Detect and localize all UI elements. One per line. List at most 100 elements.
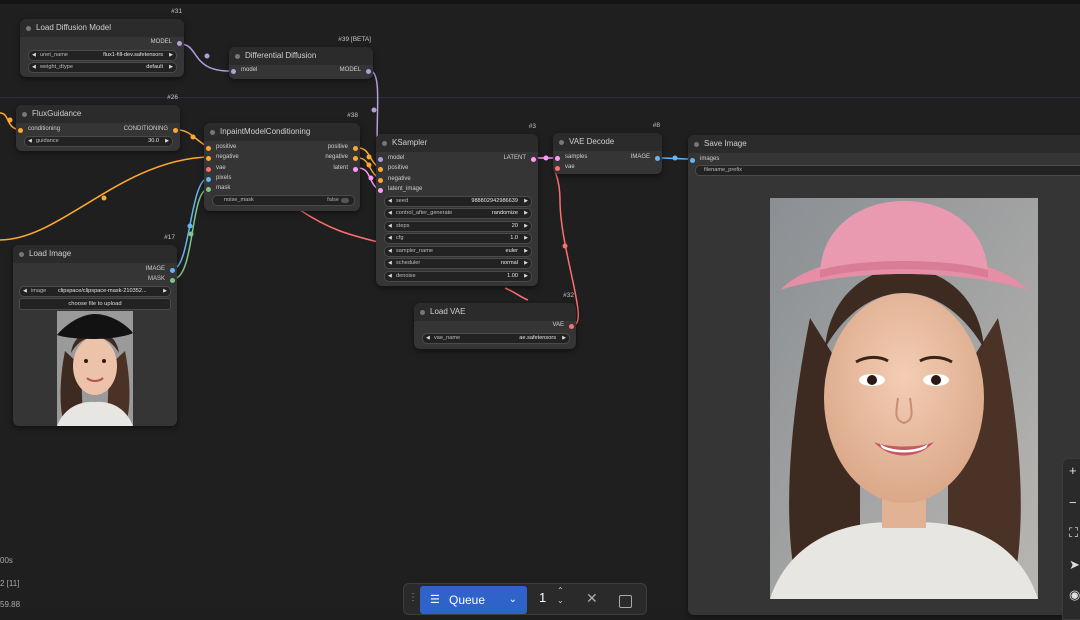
node-title[interactable]: Differential Diffusion [229,47,373,65]
node-title[interactable]: VAE Decode [553,133,662,151]
upload-button[interactable]: choose file to upload [19,298,171,310]
widget-scheduler[interactable]: ◀ scheduler normal ▶ [384,258,532,269]
node-load-diffusion-model[interactable]: #31 Load Diffusion Model MODEL ◀ unet_nam… [20,8,184,77]
arrow-left-icon[interactable]: ◀ [23,287,27,296]
collapse-dot-icon[interactable] [420,310,425,315]
output-image[interactable]: IMAGE [146,266,175,273]
arrow-right-icon[interactable]: ▶ [524,197,528,206]
input-model[interactable]: model [229,67,257,74]
node-load-image[interactable]: #17 Load Image IMAGE MASK ◀ image clipspac… [13,234,177,426]
widget-unet-name[interactable]: ◀ unet_name flux1-fill-dev.safetensors ▶ [28,50,177,61]
toggle-switch[interactable] [341,198,349,203]
node-title[interactable]: Load Image [13,245,177,263]
arrow-left-icon[interactable]: ◀ [388,209,392,218]
node-inpaint-model-conditioning[interactable]: #38 InpaintModelConditioning positive ne… [204,112,360,211]
collapse-dot-icon[interactable] [235,54,240,59]
fit-view-icon[interactable]: ⛶ [1069,525,1078,541]
arrow-right-icon[interactable]: ▶ [524,247,528,256]
node-title[interactable]: Load Diffusion Model [20,19,184,37]
close-icon[interactable]: ✕ [586,590,598,607]
arrow-left-icon[interactable]: ◀ [32,63,36,72]
output-latent[interactable]: latent [333,165,358,172]
output-conditioning[interactable]: CONDITIONING [124,126,178,133]
output-vae[interactable]: VAE [552,322,574,329]
arrow-left-icon[interactable]: ◀ [32,51,36,60]
arrow-left-icon[interactable]: ◀ [28,137,32,146]
arrow-right-icon[interactable]: ▶ [524,209,528,218]
output-negative[interactable]: negative [325,154,358,161]
widget-noise-mask[interactable]: noise_mask false [212,195,355,206]
arrow-left-icon[interactable]: ◀ [388,234,392,243]
navigate-icon[interactable]: ➤ [1069,557,1080,573]
widget-denoise[interactable]: ◀ denoise 1.00 ▶ [384,271,532,282]
collapse-dot-icon[interactable] [26,26,31,31]
arrow-right-icon[interactable]: ▶ [169,63,173,72]
widget-control-after-generate[interactable]: ◀ control_after_generate randomize ▶ [384,208,532,219]
input-pixels[interactable]: pixels [204,175,231,182]
collapse-dot-icon[interactable] [210,130,215,135]
collapse-dot-icon[interactable] [559,140,564,145]
widget-cfg[interactable]: ◀ cfg 1.0 ▶ [384,233,532,244]
collapse-dot-icon[interactable] [694,142,699,147]
queue-count-input[interactable]: 1 [539,590,546,605]
widget-filename-prefix[interactable]: filename_prefix [695,165,1080,176]
eye-icon[interactable]: ◉ [1069,587,1080,603]
collapse-dot-icon[interactable] [22,112,27,117]
arrow-left-icon[interactable]: ◀ [426,334,430,343]
input-images[interactable]: images [688,156,719,163]
input-mask[interactable]: mask [204,185,230,192]
widget-sampler-name[interactable]: ◀ sampler_name euler ▶ [384,246,532,257]
input-vae[interactable]: vae [204,165,226,172]
input-positive[interactable]: positive [204,144,236,151]
node-title[interactable]: FluxGuidance [16,105,180,123]
node-title[interactable]: KSampler [376,134,538,152]
queue-button[interactable]: ☰ Queue ⌄ [420,586,527,614]
output-model[interactable]: MODEL [340,67,371,74]
input-positive[interactable]: positive [376,165,408,172]
arrow-right-icon[interactable]: ▶ [169,51,173,60]
arrow-left-icon[interactable]: ◀ [388,247,392,256]
arrow-left-icon[interactable]: ◀ [388,272,392,281]
stop-square-icon[interactable] [619,595,632,608]
arrow-right-icon[interactable]: ▶ [163,287,167,296]
arrow-right-icon[interactable]: ▶ [524,259,528,268]
input-samples[interactable]: samples [553,154,587,161]
widget-steps[interactable]: ◀ steps 20 ▶ [384,221,532,232]
stepper-icon[interactable]: ⌃ ⌄ [557,586,564,606]
plus-icon[interactable]: + [1069,463,1077,478]
arrow-right-icon[interactable]: ▶ [524,272,528,281]
node-title[interactable]: Load VAE [414,303,576,321]
drag-handle-icon[interactable]: ⋮ [408,592,418,603]
input-vae[interactable]: vae [553,164,575,171]
input-conditioning[interactable]: conditioning [16,126,60,133]
widget-weight-dtype[interactable]: ◀ weight_dtype default ▶ [28,62,177,73]
arrow-right-icon[interactable]: ▶ [562,334,566,343]
output-positive[interactable]: positive [328,144,358,151]
widget-guidance[interactable]: ◀ guidance 30.0 ▶ [24,136,173,147]
widget-image[interactable]: ◀ image clipspace/clipspace-mask-210352...… [19,286,171,297]
output-latent[interactable]: LATENT [503,155,536,162]
node-vae-decode[interactable]: #8 VAE Decode samples vae IMAGE [553,122,662,174]
input-negative[interactable]: negative [376,176,411,183]
arrow-left-icon[interactable]: ◀ [388,197,392,206]
widget-vae-name[interactable]: ◀ vae_name ae.safetensors ▶ [422,333,570,344]
arrow-right-icon[interactable]: ▶ [165,137,169,146]
node-title[interactable]: Save Image [688,135,1080,153]
input-negative[interactable]: negative [204,154,239,161]
arrow-left-icon[interactable]: ◀ [388,222,392,231]
node-load-vae[interactable]: #32 Load VAE VAE ◀ vae_name ae.safetensors… [414,292,576,349]
output-model[interactable]: MODEL [151,39,182,46]
input-model[interactable]: model [376,155,404,162]
collapse-dot-icon[interactable] [19,252,24,257]
arrow-left-icon[interactable]: ◀ [388,259,392,268]
minus-icon[interactable]: − [1069,495,1077,510]
output-mask[interactable]: MASK [148,276,175,283]
chevron-down-icon[interactable]: ⌄ [509,586,517,614]
node-differential-diffusion[interactable]: #39 [BETA] Differential Diffusion model … [229,36,373,79]
node-ksampler[interactable]: #3 KSampler model positive negative late… [376,123,538,286]
node-flux-guidance[interactable]: #26 FluxGuidance conditioning CONDITIONI… [16,94,180,151]
output-image[interactable]: IMAGE [631,154,660,161]
collapse-dot-icon[interactable] [382,141,387,146]
arrow-right-icon[interactable]: ▶ [524,222,528,231]
node-title[interactable]: InpaintModelConditioning [204,123,360,141]
